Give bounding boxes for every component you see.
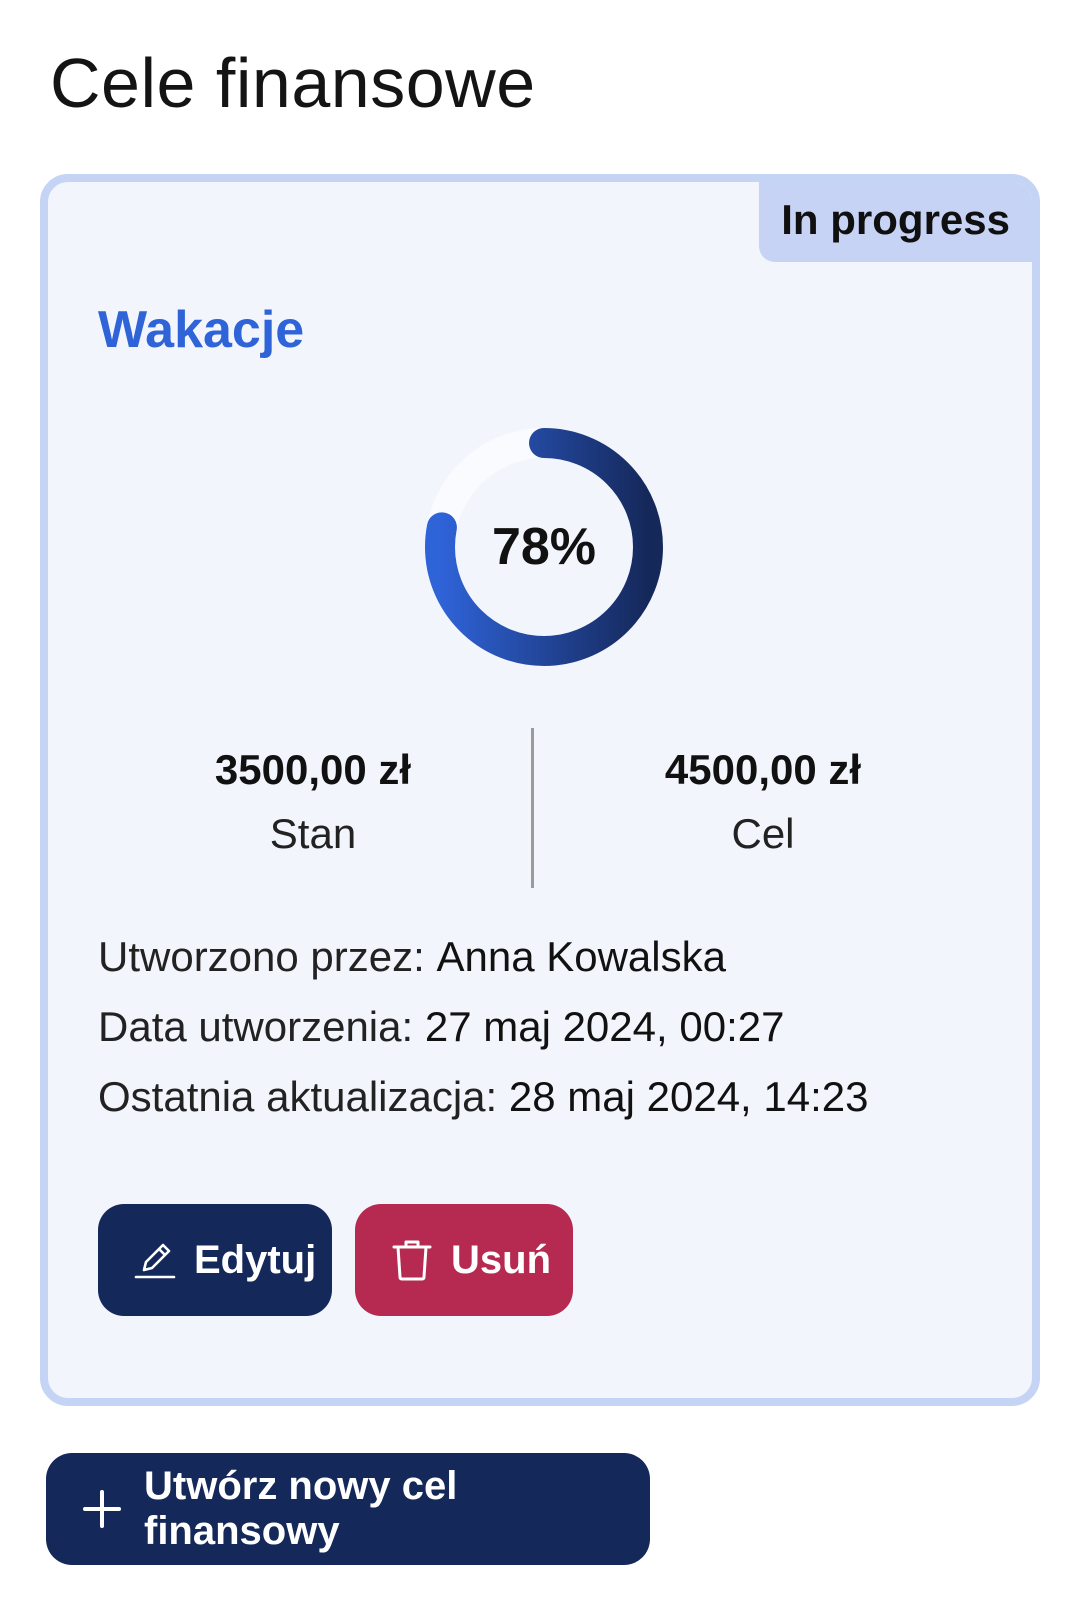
amount-stats: 3500,00 zł Stan 4500,00 zł Cel (48, 728, 1032, 890)
target-amount-block: 4500,00 zł Cel (553, 728, 973, 862)
created-at-row: Data utworzenia: 27 maj 2024, 00:27 (98, 992, 869, 1062)
goal-meta: Utworzono przez: Anna Kowalska Data utwo… (98, 922, 869, 1132)
created-by-value: Anna Kowalska (436, 933, 726, 980)
updated-at-value: 28 maj 2024, 14:23 (508, 1073, 869, 1120)
trash-icon (389, 1237, 435, 1283)
edit-button[interactable]: Edytuj (98, 1204, 332, 1316)
current-amount-label: Stan (269, 810, 357, 857)
pencil-icon (132, 1237, 178, 1283)
created-by-label: Utworzono przez: (98, 933, 425, 980)
created-at-label: Data utworzenia: (98, 1003, 414, 1050)
goal-name: Wakacje (98, 301, 305, 359)
goal-card: In progress Wakacje 78% 3500,00 zł Stan … (40, 174, 1040, 1406)
status-badge: In progress (759, 182, 1032, 262)
delete-button[interactable]: Usuń (355, 1204, 573, 1316)
current-amount: 3500,00 zł (214, 746, 412, 793)
current-amount-block: 3500,00 zł Stan (103, 728, 523, 862)
stats-divider (531, 728, 534, 888)
target-amount: 4500,00 zł (664, 746, 862, 793)
create-goal-button[interactable]: Utwórz nowy cel finansowy (46, 1453, 650, 1565)
create-goal-button-label: Utwórz nowy cel finansowy (144, 1464, 458, 1553)
created-at-value: 27 maj 2024, 00:27 (424, 1003, 785, 1050)
page-title: Cele finansowe (50, 44, 536, 122)
created-by-row: Utworzono przez: Anna Kowalska (98, 922, 869, 992)
updated-at-row: Ostatnia aktualizacja: 28 maj 2024, 14:2… (98, 1062, 869, 1132)
plus-icon (82, 1489, 122, 1529)
delete-button-label: Usuń (451, 1237, 551, 1282)
updated-at-label: Ostatnia aktualizacja: (98, 1073, 498, 1120)
target-amount-label: Cel (731, 810, 795, 857)
progress-percent: 78% (491, 518, 597, 576)
edit-button-label: Edytuj (194, 1237, 317, 1282)
